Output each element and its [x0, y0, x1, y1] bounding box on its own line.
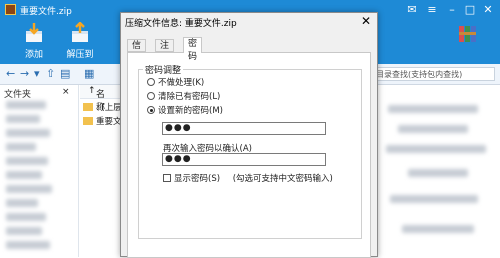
- archive-info-dialog: 压缩文件信息: 重要文件.zip ✕ 信息 注释 密码 密码调整 不做处理(K)…: [120, 12, 378, 258]
- blurred-item: [390, 195, 478, 203]
- menu-icon[interactable]: ≡: [424, 2, 440, 18]
- blurred-item: [6, 227, 42, 235]
- blurred-item: [6, 157, 48, 165]
- search-input[interactable]: 目录查找(支持包内查找): [375, 67, 495, 81]
- file-details-area: [378, 85, 500, 257]
- tab-comment[interactable]: 注释: [155, 39, 175, 64]
- archive-path-icon: ▦: [84, 67, 95, 80]
- list-item[interactable]: 重要文件: [83, 115, 123, 127]
- show-password-note: (勾选可支持中文密码输入): [232, 174, 333, 184]
- extract-icon: [72, 22, 88, 42]
- search-placeholder: 目录查找(支持包内查找): [376, 70, 463, 79]
- option-label: 设置新的密码(M): [158, 106, 223, 116]
- blurred-item: [6, 241, 50, 249]
- password-field[interactable]: ●●●: [162, 122, 326, 135]
- file-name: 重要文件: [96, 117, 123, 127]
- blurred-item: [6, 115, 40, 123]
- show-password-option[interactable]: 显示密码(S) (勾选可支持中文密码输入): [163, 172, 333, 184]
- radio-clear-password[interactable]: [147, 92, 155, 100]
- name-column-label: ↑ 名称: [88, 86, 106, 113]
- option-label: 不做处理(K): [158, 78, 205, 88]
- minimize-button[interactable]: –: [444, 2, 460, 18]
- group-title: 密码调整: [143, 63, 184, 76]
- view-icon[interactable]: ▤: [60, 67, 70, 80]
- dialog-close-icon[interactable]: ✕: [361, 14, 371, 28]
- archive-tool-button[interactable]: [448, 22, 488, 44]
- archive-app-icon: [5, 4, 16, 15]
- list-item[interactable]: ..(上层目录): [83, 101, 123, 113]
- password-settings-group: 密码调整 不做处理(K) 清除已有密码(L) 设置新的密码(M) ●●● 再次输…: [138, 63, 362, 239]
- blurred-item: [6, 101, 46, 109]
- add-button[interactable]: 添加: [14, 22, 54, 60]
- option-clear-password[interactable]: 清除已有密码(L): [147, 90, 220, 102]
- folder-icon: [83, 103, 93, 111]
- dialog-title: 压缩文件信息: 重要文件.zip: [125, 19, 237, 29]
- close-button[interactable]: ✕: [480, 2, 496, 18]
- file-name: ..(上层目录): [96, 103, 123, 113]
- blurred-item: [6, 185, 52, 193]
- blurred-item: [6, 199, 38, 207]
- radio-set-new-password[interactable]: [147, 106, 155, 114]
- blurred-item: [402, 225, 474, 233]
- archive-books-icon: [459, 26, 476, 42]
- add-icon: [26, 23, 42, 42]
- option-set-new-password[interactable]: 设置新的密码(M): [147, 104, 223, 116]
- up-folder-icon[interactable]: ⇧: [46, 67, 55, 80]
- confirm-password-field[interactable]: ●●●: [162, 153, 326, 166]
- window-title: 重要文件.zip: [20, 7, 72, 17]
- blurred-item: [408, 169, 468, 177]
- option-label: 清除已有密码(L): [158, 92, 221, 102]
- folder-icon: [83, 117, 93, 125]
- blurred-item: [6, 213, 46, 221]
- show-password-checkbox[interactable]: [163, 174, 171, 182]
- notification-icon[interactable]: ✉: [404, 2, 420, 18]
- blurred-item: [386, 145, 486, 153]
- folder-tree: 文件夹 ×: [0, 85, 79, 257]
- back-arrow-icon[interactable]: ←: [6, 67, 15, 80]
- option-no-process[interactable]: 不做处理(K): [147, 76, 204, 88]
- forward-arrow-icon[interactable]: →: [20, 67, 29, 80]
- name-column-header[interactable]: ↑ 名称: [80, 85, 122, 113]
- radio-no-process[interactable]: [147, 78, 155, 86]
- blurred-item: [6, 129, 50, 137]
- collapse-icon[interactable]: ×: [62, 87, 70, 97]
- extract-label: 解压到: [66, 50, 94, 60]
- tab-info[interactable]: 信息: [127, 39, 147, 64]
- file-list: ↑ 名称 ..(上层目录) 重要文件: [80, 85, 123, 257]
- folder-tree-header: 文件夹: [4, 90, 32, 100]
- password-tab-panel: 密码调整 不做处理(K) 清除已有密码(L) 设置新的密码(M) ●●● 再次输…: [127, 52, 371, 258]
- blurred-item: [388, 105, 478, 113]
- blurred-item: [6, 171, 42, 179]
- dropdown-icon[interactable]: ▾: [34, 67, 40, 80]
- blurred-item: [6, 143, 36, 151]
- tab-password[interactable]: 密码: [183, 37, 203, 62]
- blurred-item: [398, 125, 468, 133]
- show-password-label: 显示密码(S): [174, 174, 221, 184]
- add-label: 添加: [24, 50, 43, 60]
- maximize-button[interactable]: □: [462, 2, 478, 18]
- extract-button[interactable]: 解压到: [60, 22, 100, 60]
